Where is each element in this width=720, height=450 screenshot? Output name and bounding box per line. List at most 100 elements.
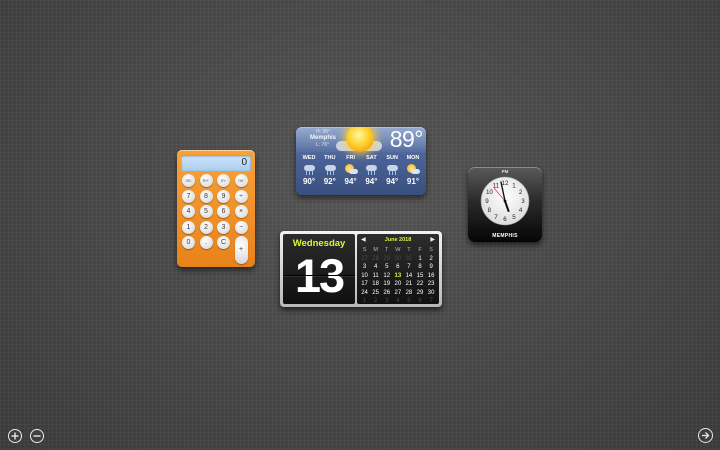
calendar-day-cell[interactable]: 26 [381,289,392,298]
clock-numeral: 6 [503,216,507,223]
partly-sunny-icon [403,163,423,177]
calendar-day-cell[interactable]: 17 [359,280,370,289]
forecast-day: THU 92° [320,155,340,186]
calendar-day-cell[interactable]: 15 [414,272,425,281]
calc-key-3[interactable]: 3 [217,220,230,234]
calc-key-m-plus[interactable]: m+ [199,174,213,187]
arrow-circle-icon[interactable] [698,428,713,443]
rain-cloud-icon [299,163,319,177]
calendar-day-cell[interactable]: 6 [392,263,403,272]
calendar-day-cell[interactable]: 5 [403,297,414,306]
calendar-day-cell[interactable]: 27 [359,255,370,264]
calendar-month-title: June 2018 [384,237,412,243]
calendar-day-cell[interactable]: 8 [414,263,425,272]
calendar-fold-line [283,275,355,276]
calc-key-9[interactable]: 9 [217,189,230,203]
calendar-widget[interactable]: Wednesday 13 ◀ June 2018 ▶ S M T W T F S 27 28 29… [280,231,442,307]
forecast-day: SAT 94° [361,155,381,186]
calc-key-6[interactable]: 6 [217,205,230,218]
weather-city[interactable]: Memphis [310,135,336,141]
calendar-day-cell[interactable]: 5 [381,263,392,272]
calc-key-5[interactable]: 5 [199,205,213,218]
calendar-day-cell[interactable]: 3 [359,263,370,272]
calendar-day-cell[interactable]: 11 [370,272,381,281]
calendar-day-cell[interactable]: 29 [414,289,425,298]
calendar-day-cell[interactable]: 10 [359,272,370,281]
calc-key-4[interactable]: 4 [182,205,195,218]
clock-ampm: PM [501,169,509,174]
calendar-day-cell[interactable]: 6 [414,297,425,306]
forecast-temp: 92° [323,177,336,186]
rain-cloud-icon [320,163,340,177]
calendar-day-cell[interactable]: 30 [426,289,437,298]
calendar-day-cell[interactable]: 18 [370,280,381,289]
calc-key-8[interactable]: 8 [199,189,213,203]
calc-key-mc[interactable]: mc [182,174,195,187]
calendar-day-cell[interactable]: 4 [392,297,403,306]
calendar-header-cell: S [362,247,367,253]
plus-circle-icon[interactable] [8,429,22,443]
calendar-day-cell[interactable]: 25 [370,289,381,298]
forecast-temp: 91° [406,177,420,186]
clock-numeral: 2 [519,189,523,196]
calendar-week-row: 10 11 12 13 14 15 16 [359,272,437,281]
calc-key-decimal[interactable]: . [199,236,213,249]
clock-numeral: 8 [488,207,492,214]
calendar-day-panel[interactable]: Wednesday 13 [283,234,355,304]
calendar-day-cell[interactable]: 31 [403,255,414,264]
calendar-day-cell[interactable]: 14 [403,272,414,281]
calculator-widget[interactable]: 0 mc m+ m-mr 7 8 9 ÷ 4 5 6 × 1 2 3− 0. C + [177,150,255,267]
clock-numeral: 10 [486,189,493,196]
calendar-day-cell[interactable]: 27 [392,289,403,298]
calendar-month-panel[interactable]: ◀ June 2018 ▶ S M T W T F S 27 28 29 30 31 1 2 3 4 5 6 7 8 9… [357,234,439,304]
calc-key-2[interactable]: 2 [199,220,213,234]
calendar-day-cell[interactable]: 1 [414,255,425,264]
calendar-day-cell[interactable]: 3 [381,297,392,306]
calendar-day-cell[interactable]: 28 [403,289,414,298]
calendar-next-arrow-icon[interactable]: ▶ [430,236,435,243]
calendar-day-cell[interactable]: 22 [414,280,425,289]
calendar-day-cell[interactable]: 29 [381,255,392,264]
calc-key-0[interactable]: 0 [182,236,195,249]
forecast-day-name: SUN [386,155,398,161]
forecast-temp: 94° [386,177,399,186]
calendar-day-cell[interactable]: 28 [370,255,381,264]
calc-key-clear[interactable]: C [217,236,230,249]
calendar-today-cell[interactable]: 13 [392,272,403,281]
clock-numeral: 11 [493,183,500,190]
forecast-temp: 94° [365,177,378,186]
calendar-day-cell[interactable]: 20 [392,280,403,289]
calc-key-plus[interactable]: + [234,236,248,264]
calendar-day-cell[interactable]: 7 [426,297,437,306]
calendar-day-cell[interactable]: 30 [392,255,403,264]
calendar-day-cell[interactable]: 16 [426,272,437,281]
calendar-day-cell[interactable]: 1 [359,297,370,306]
calendar-day-cell[interactable]: 19 [381,280,392,289]
minus-circle-icon[interactable] [30,429,44,443]
calc-key-minus[interactable]: − [234,220,248,234]
calendar-day-cell[interactable]: 7 [403,263,414,272]
calendar-day-cell[interactable]: 23 [426,280,437,289]
calc-key-multiply[interactable]: × [234,205,248,218]
calculator-display: 0 [181,155,251,171]
clock-widget[interactable]: PM 12 1 2 3 4 5 6 7 8 9 10 11 MEMPHIS [468,167,542,242]
calendar-day-cell[interactable]: 2 [370,297,381,306]
calc-key-divide[interactable]: ÷ [234,189,248,203]
weather-forecast: WED 90° THU 92° FRI 94° SAT 94° SUN 94° MON 91° [299,155,423,186]
calendar-day-cell[interactable]: 24 [359,289,370,298]
calendar-week-row: 3456789 [359,263,437,272]
calendar-week-row: 27 28 29 30 31 1 2 [359,255,437,264]
calendar-day-cell[interactable]: 9 [426,263,437,272]
forecast-day: WED 90° [299,155,319,186]
forecast-day: SUN 94° [382,155,402,186]
calendar-day-cell[interactable]: 4 [370,263,381,272]
calendar-day-cell[interactable]: 21 [403,280,414,289]
calendar-day-cell[interactable]: 2 [426,255,437,264]
calc-key-m-minus[interactable]: m- [217,174,230,187]
calc-key-mr[interactable]: mr [234,174,248,187]
calc-key-1[interactable]: 1 [182,220,195,234]
weather-widget[interactable]: H: 90° Memphis L: 76° 89° WED 90° THU 92° FR… [296,127,426,195]
calc-key-7[interactable]: 7 [182,189,195,203]
calendar-grid: S M T W T F S 27 28 29 30 31 1 2 3 4 5 6 7 8 9 10 11 12 13 14 15 16… [359,246,437,306]
calendar-day-cell[interactable]: 12 [381,272,392,281]
